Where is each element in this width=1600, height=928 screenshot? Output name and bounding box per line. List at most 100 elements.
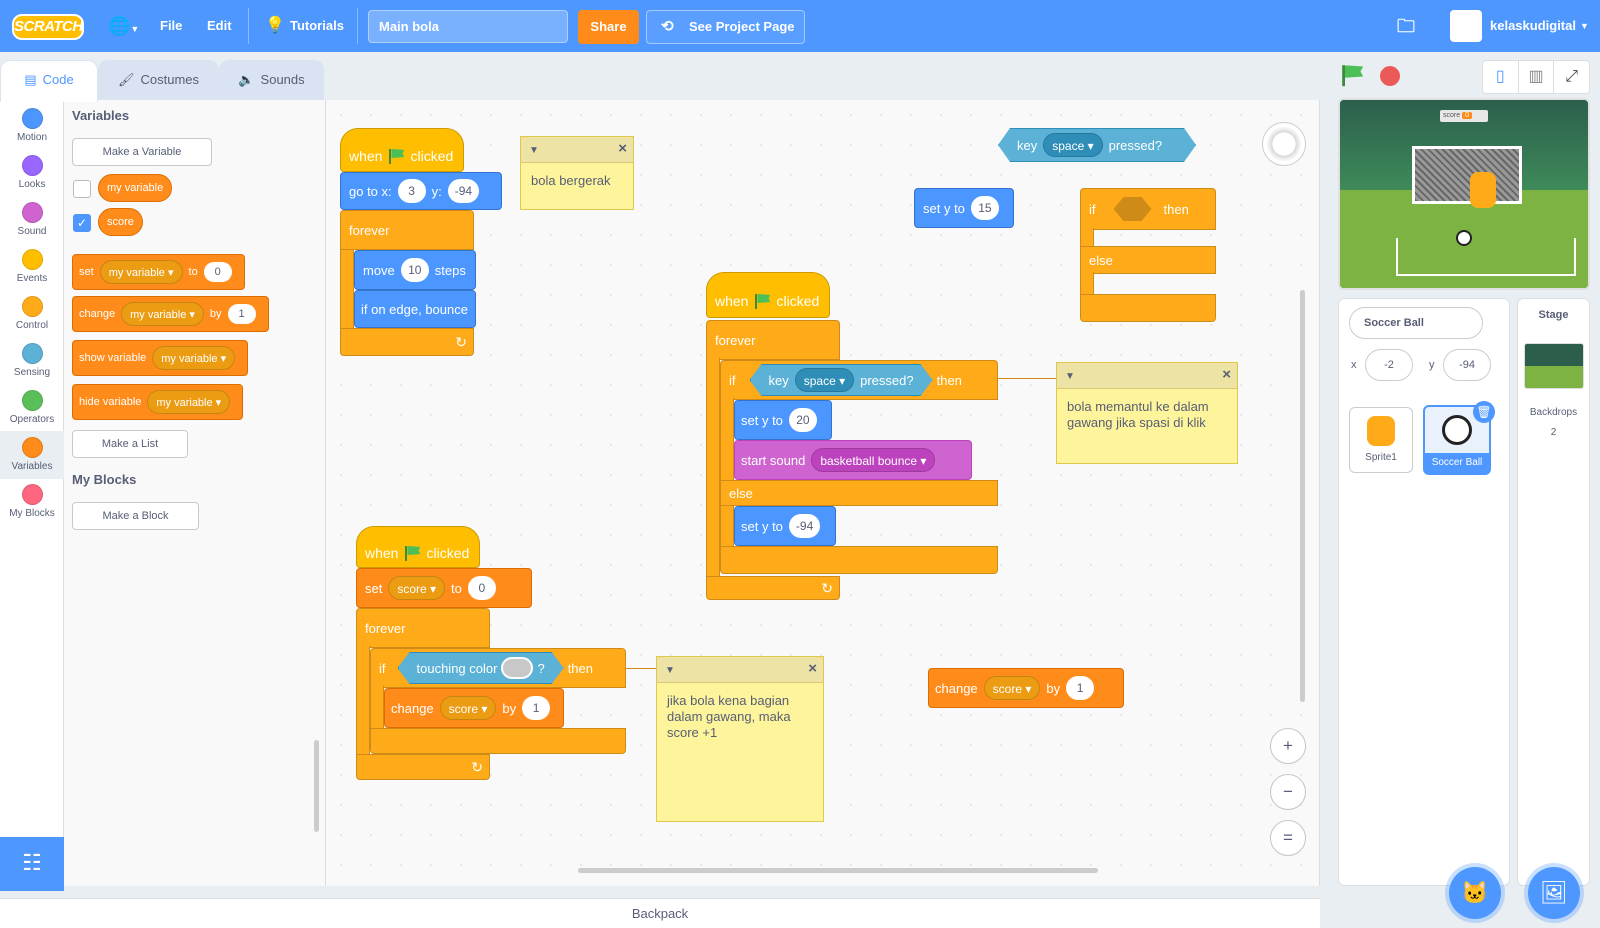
close-icon[interactable]: × <box>1222 366 1231 383</box>
variable-dropdown[interactable]: score ▾ <box>439 696 497 720</box>
comment-text[interactable]: jika bola kena bagian dalam gawang, maka… <box>657 683 823 751</box>
cat-sprite[interactable] <box>1470 172 1496 208</box>
variable-dropdown[interactable]: score ▾ <box>983 676 1041 700</box>
backdrop-thumbnail[interactable] <box>1524 343 1584 389</box>
variable-dropdown[interactable]: my variable ▾ <box>121 302 204 326</box>
if-else-block[interactable]: if key space ▾ pressed? then <box>720 360 998 400</box>
category-motion[interactable]: Motion <box>0 102 64 150</box>
make-variable-button[interactable]: Make a Variable <box>72 138 212 166</box>
variable-checkbox[interactable] <box>73 180 91 198</box>
close-icon[interactable]: × <box>808 660 817 677</box>
when-flag-clicked-hat[interactable]: when clicked <box>340 128 464 172</box>
comment-text[interactable]: bola memantul ke dalam gawang jika spasi… <box>1057 389 1237 441</box>
set-y-block[interactable]: set y to 15 <box>914 188 1014 228</box>
category-operators[interactable]: Operators <box>0 384 64 432</box>
hide-variable-block[interactable]: hide variable my variable ▾ <box>72 384 244 420</box>
key-dropdown[interactable]: space ▾ <box>1043 133 1102 157</box>
green-flag-button[interactable] <box>1342 60 1360 88</box>
comment-note[interactable]: ▼ × bola bergerak <box>520 136 634 210</box>
sprite-x-input[interactable]: -2 <box>1365 349 1413 381</box>
score-checkbox[interactable]: ✓ <box>73 214 91 232</box>
sprite-thumbnail-sprite1[interactable]: Sprite1 <box>1349 407 1413 473</box>
palette-scrollbar[interactable] <box>314 740 319 832</box>
forever-block[interactable]: forever <box>356 608 490 648</box>
comment-header[interactable]: ▼ × <box>1057 363 1237 389</box>
key-dropdown[interactable]: space ▾ <box>795 368 854 392</box>
stage-selector-pane[interactable]: Stage Backdrops 2 🖼 <box>1517 298 1590 919</box>
key-pressed-condition[interactable]: key space ▾ pressed? <box>750 364 933 396</box>
workspace-vertical-scrollbar[interactable] <box>1300 290 1305 702</box>
make-list-button[interactable]: Make a List <box>72 430 188 458</box>
when-flag-clicked-hat[interactable]: when clicked <box>706 272 830 318</box>
variable-dropdown[interactable]: my variable ▾ <box>147 390 231 414</box>
username-menu[interactable]: kelaskudigital <box>1490 0 1576 52</box>
see-project-page-button[interactable]: ⟲ See Project Page <box>646 10 805 44</box>
large-stage-icon[interactable]: ▥ <box>1519 61 1555 93</box>
sprite-thumbnail-soccer-ball[interactable]: Soccer Ball 🗑 <box>1423 401 1495 475</box>
variable-dropdown[interactable]: my variable ▾ <box>152 346 236 370</box>
project-title-input[interactable]: Main bola <box>368 10 568 43</box>
small-stage-icon[interactable]: ▯ <box>1483 61 1519 93</box>
language-globe-icon[interactable]: 🌐▼ <box>108 0 139 52</box>
variable-dropdown[interactable]: my variable ▾ <box>99 260 183 284</box>
fullscreen-icon[interactable]: ⤢ <box>1554 61 1589 93</box>
steps-input[interactable]: 10 <box>400 258 429 282</box>
y-value-input[interactable]: 20 <box>788 408 817 432</box>
my-stuff-folder-icon[interactable]: 🗀 <box>1397 0 1415 52</box>
edit-menu[interactable]: Edit <box>207 0 232 52</box>
category-events[interactable]: Events <box>0 243 64 291</box>
value-input[interactable]: 1 <box>1066 676 1095 700</box>
delete-trash-icon[interactable]: 🗑 <box>1473 401 1495 423</box>
sprite-y-input[interactable]: -94 <box>1443 349 1491 381</box>
value-input[interactable]: 0 <box>467 576 496 600</box>
collapse-triangle-icon[interactable]: ▼ <box>665 665 675 676</box>
bounce-block[interactable]: if on edge, bounce <box>354 290 476 328</box>
score-reporter[interactable]: score <box>98 208 143 236</box>
zoom-out-icon[interactable]: − <box>1270 774 1306 810</box>
show-variable-block[interactable]: show variable my variable ▾ <box>72 340 249 376</box>
move-steps-block[interactable]: move 10 steps <box>354 250 476 290</box>
stop-button[interactable] <box>1380 66 1400 86</box>
category-sound[interactable]: Sound <box>0 196 64 244</box>
comment-note[interactable]: ▼ × jika bola kena bagian dalam gawang, m… <box>656 656 824 822</box>
score-monitor[interactable]: score 0 <box>1440 110 1488 122</box>
key-pressed-block[interactable]: key space ▾ pressed? <box>998 128 1196 162</box>
category-looks[interactable]: Looks <box>0 149 64 197</box>
scratch-logo[interactable]: SCRATCH <box>12 14 84 40</box>
empty-condition-slot[interactable] <box>1113 197 1152 221</box>
y-value-input[interactable]: -94 <box>788 514 821 538</box>
y-value-input[interactable]: 15 <box>970 196 999 220</box>
if-else-block[interactable]: if then <box>1080 188 1216 230</box>
choose-sprite-cat-icon[interactable]: 🐱 <box>1449 867 1501 919</box>
value-input[interactable]: 1 <box>227 304 256 324</box>
sprite-name-input[interactable]: Soccer Ball <box>1349 307 1483 339</box>
choose-backdrop-icon[interactable]: 🖼 <box>1528 867 1580 919</box>
set-variable-block[interactable]: set score ▾ to 0 <box>356 568 532 608</box>
stage-canvas[interactable]: score 0 <box>1338 98 1590 290</box>
set-variable-block[interactable]: set my variable ▾ to 0 <box>72 254 245 290</box>
avatar[interactable] <box>1450 10 1482 42</box>
backpack-bar[interactable]: Backpack <box>0 898 1320 928</box>
change-variable-block[interactable]: change score ▾ by 1 <box>384 688 564 728</box>
y-input[interactable]: -94 <box>447 179 480 203</box>
zoom-reset-icon[interactable]: = <box>1270 820 1306 856</box>
zoom-in-icon[interactable]: + <box>1270 728 1306 764</box>
color-picker-swatch[interactable] <box>501 657 533 679</box>
forever-block[interactable]: forever <box>706 320 840 360</box>
category-control[interactable]: Control <box>0 290 64 338</box>
workspace-horizontal-scrollbar[interactable] <box>578 868 1098 873</box>
comment-header[interactable]: ▼ × <box>657 657 823 683</box>
start-sound-block[interactable]: start sound basketball bounce ▾ <box>734 440 972 480</box>
add-extension-button[interactable]: ☷ <box>0 837 64 891</box>
comment-text[interactable]: bola bergerak <box>521 163 633 199</box>
x-input[interactable]: 3 <box>397 179 426 203</box>
variable-dropdown[interactable]: score ▾ <box>388 576 446 600</box>
tab-costumes[interactable]: 🖌 Costumes <box>98 60 219 100</box>
collapse-triangle-icon[interactable]: ▼ <box>529 145 539 156</box>
touching-color-condition[interactable]: touching color ? <box>398 652 564 684</box>
change-variable-block[interactable]: change score ▾ by 1 <box>928 668 1124 708</box>
value-input[interactable]: 1 <box>522 696 551 720</box>
comment-note[interactable]: ▼ × bola memantul ke dalam gawang jika sp… <box>1056 362 1238 464</box>
sound-dropdown[interactable]: basketball bounce ▾ <box>811 448 936 472</box>
tab-sounds[interactable]: 🔈 Sounds <box>219 60 324 100</box>
